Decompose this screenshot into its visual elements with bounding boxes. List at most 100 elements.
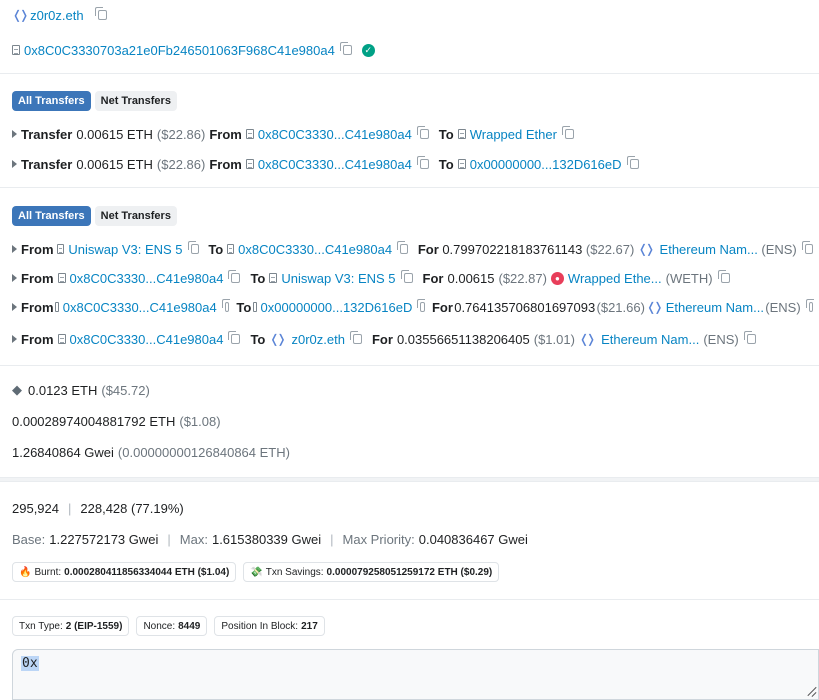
token-link[interactable]: Wrapped Ethe... [568,271,662,286]
copy-icon[interactable] [801,241,813,254]
position-value: 217 [301,620,318,632]
tab-all-transfers[interactable]: All Transfers [12,91,91,111]
copy-icon[interactable] [339,42,352,55]
copy-icon[interactable] [349,331,362,344]
divider [0,187,819,188]
from-address-link[interactable]: 0x8C0C3330...C41e980a4 [258,127,412,142]
input-data-textarea[interactable]: 0x [12,649,819,700]
contract-icon [57,334,66,344]
copy-icon[interactable] [626,156,639,169]
copy-icon[interactable] [717,270,730,283]
from-address-link[interactable]: Uniswap V3: ENS 5 [68,242,182,257]
to-address-link[interactable]: 0x00000000...132D616eD [470,157,622,172]
to-address-link[interactable]: Wrapped Ether [470,127,557,142]
contract-icon [57,244,65,254]
copy-icon[interactable] [187,241,199,254]
copy-icon[interactable] [417,299,426,312]
tab-net-transfers[interactable]: Net Transfers [94,206,177,226]
to-label: To [208,241,224,257]
transfer-row: Transfer 0.00615 ETH ($22.86) From 0x8C0… [12,125,819,143]
for-label: For [371,331,393,347]
money-icon: 💸 [250,566,263,578]
from-label: From [21,270,54,286]
nonce-badge: Nonce: 8449 [136,616,208,636]
caret-right-icon [12,130,17,138]
ens-token-icon: ❬❭ [637,242,655,256]
max-fee-value: 1.615380339 Gwei [211,531,322,547]
token-link[interactable]: Ethereum Nam... [666,300,764,315]
input-data-value: 0x [21,656,39,671]
from-label: From [21,241,54,257]
token-usd: ($22.67) [585,241,635,257]
contract-icon [252,302,257,312]
ens-name-row: ❬❭ z0r0z.eth [12,6,819,24]
contract-icon [57,273,66,283]
copy-icon[interactable] [221,299,231,312]
copy-icon[interactable] [94,7,107,20]
fee-usd: ($1.08) [179,413,221,429]
verified-check-icon: ✓ [361,43,375,57]
from-address-link[interactable]: 0x8C0C3330...C41e980a4 [70,271,224,286]
burnt-value: 0.000280411856334044 ETH ($1.04) [64,566,230,578]
copy-icon[interactable] [228,270,241,283]
transfer-row: Transfer 0.00615 ETH ($22.86) From 0x8C0… [12,155,819,173]
to-address-link[interactable]: Uniswap V3: ENS 5 [281,271,395,286]
token-link[interactable]: Ethereum Nam... [660,242,758,257]
copy-icon[interactable] [416,156,429,169]
from-label: From [209,126,242,142]
base-fee-value: 1.227572173 Gwei [49,531,159,547]
divider [0,599,819,600]
contract-icon [269,273,278,283]
address-link[interactable]: 0x8C0C3330703a21e0Fb246501063F968C41e980… [24,43,335,58]
tab-all-transfers[interactable]: All Transfers [12,206,91,226]
contract-icon [54,302,59,312]
max-priority-label: Max Priority: [342,531,415,547]
fire-icon: 🔥 [19,566,32,578]
token-transfer-tabs: All Transfers Net Transfers [12,206,819,226]
txn-type-badge: Txn Type: 2 (EIP-1559) [12,616,130,636]
from-address-link[interactable]: 0x8C0C3330...C41e980a4 [258,157,412,172]
transfer-usd: ($22.86) [156,156,206,172]
copy-icon[interactable] [400,270,413,283]
copy-icon[interactable] [396,241,409,254]
other-attributes-row: Txn Type: 2 (EIP-1559) Nonce: 8449 Posit… [12,616,819,636]
gas-usage-row: 295,924 | 228,428 (77.19%) [12,499,819,517]
position-badge: Position In Block: 217 [214,616,325,636]
caret-right-icon [12,274,17,282]
gas-used: 228,428 (77.19%) [80,500,184,516]
from-address-link[interactable]: 0x8C0C3330...C41e980a4 [70,332,224,347]
value-usd: ($45.72) [101,382,150,398]
max-priority-value: 0.040836467 Gwei [418,531,528,547]
token-usd: ($21.66) [596,299,645,315]
txn-fee-row: 0.00028974004881792 ETH ($1.08) [12,412,819,430]
ens-token-icon: ❬❭ [646,300,663,314]
resize-handle-icon[interactable] [804,685,816,697]
to-address-link[interactable]: z0r0z.eth [292,332,345,347]
for-label: For [417,241,439,257]
tab-net-transfers[interactable]: Net Transfers [94,91,177,111]
token-link[interactable]: Ethereum Nam... [601,332,699,347]
fee-eth: 0.00028974004881792 ETH [12,413,176,429]
burnt-badge: 🔥 Burnt: 0.000280411856334044 ETH ($1.04… [12,562,237,582]
copy-icon[interactable] [743,331,756,344]
copy-icon[interactable] [228,331,241,344]
txn-type-value: 2 (EIP-1559) [65,620,123,632]
from-label: From [209,156,242,172]
to-address-link[interactable]: 0x8C0C3330...C41e980a4 [238,242,392,257]
token-amount: 0.764135706801697093 [454,299,596,315]
burnt-label: Burnt: [34,566,62,578]
copy-icon[interactable] [416,126,429,139]
for-label: For [422,270,444,286]
token-amount: 0.03556651138206405 [396,331,530,347]
pipe-separator: | [68,500,72,516]
divider [0,365,819,366]
copy-icon[interactable] [561,126,574,139]
weth-token-icon: ● [550,271,564,285]
to-address-link[interactable]: 0x00000000...132D616eD [261,300,413,315]
token-symbol: (WETH) [665,270,713,286]
from-address-link[interactable]: 0x8C0C3330...C41e980a4 [63,300,217,315]
to-label: To [438,156,454,172]
copy-icon[interactable] [805,299,815,312]
section-divider [0,477,819,482]
ens-name-link[interactable]: z0r0z.eth [30,8,83,23]
